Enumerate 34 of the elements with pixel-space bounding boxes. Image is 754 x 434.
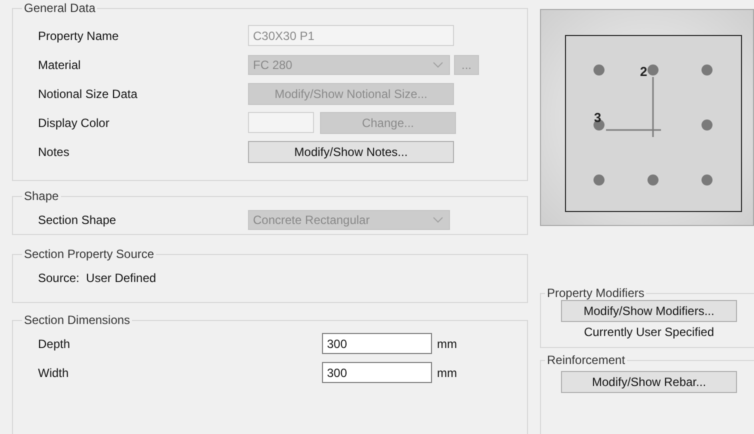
rebar-dot xyxy=(702,174,712,186)
group-title: Reinforcement xyxy=(546,353,626,367)
axis-label: 3 xyxy=(594,110,602,125)
field-label: Depth xyxy=(38,336,72,350)
field-label: Display Color xyxy=(38,116,110,130)
rebar-dot xyxy=(648,64,658,76)
group-title: Section Dimensions xyxy=(23,313,132,327)
group-title: General Data xyxy=(23,1,96,15)
unit-label: mm xyxy=(437,336,457,350)
field-label: Width xyxy=(38,366,70,380)
chevron-icon xyxy=(433,216,443,222)
field-label: Section Shape xyxy=(38,212,118,226)
field-label: Material xyxy=(38,58,82,72)
rebar-dot xyxy=(702,120,712,130)
chevron-icon xyxy=(433,62,443,68)
rebar-dot xyxy=(702,64,712,76)
rebar-dot xyxy=(594,64,604,76)
field-label: Property Name xyxy=(38,28,120,42)
field-label: Notional Size Data xyxy=(38,86,138,100)
color-swatch xyxy=(248,112,314,133)
unit-label: mm xyxy=(437,366,457,380)
rebar-dot xyxy=(594,174,604,186)
rebar-dot xyxy=(648,174,658,186)
group-title: Section Property Source xyxy=(23,247,156,261)
axis-drawing xyxy=(606,77,661,137)
modify-button[interactable]: Modify/Show Notes... xyxy=(248,140,454,162)
group-title: Property Modifiers xyxy=(546,286,646,300)
axis-label: 2 xyxy=(640,64,648,79)
modify-modifiers-button[interactable]: Modify/Show Modifiers... xyxy=(561,300,737,322)
status-text: Currently User Specified xyxy=(582,325,716,339)
source-text: Source: User Defined xyxy=(38,270,158,284)
group-title: Shape xyxy=(23,189,60,203)
modify-rebar-button[interactable]: Modify/Show Rebar... xyxy=(561,371,737,393)
field-label: Notes xyxy=(38,144,70,158)
